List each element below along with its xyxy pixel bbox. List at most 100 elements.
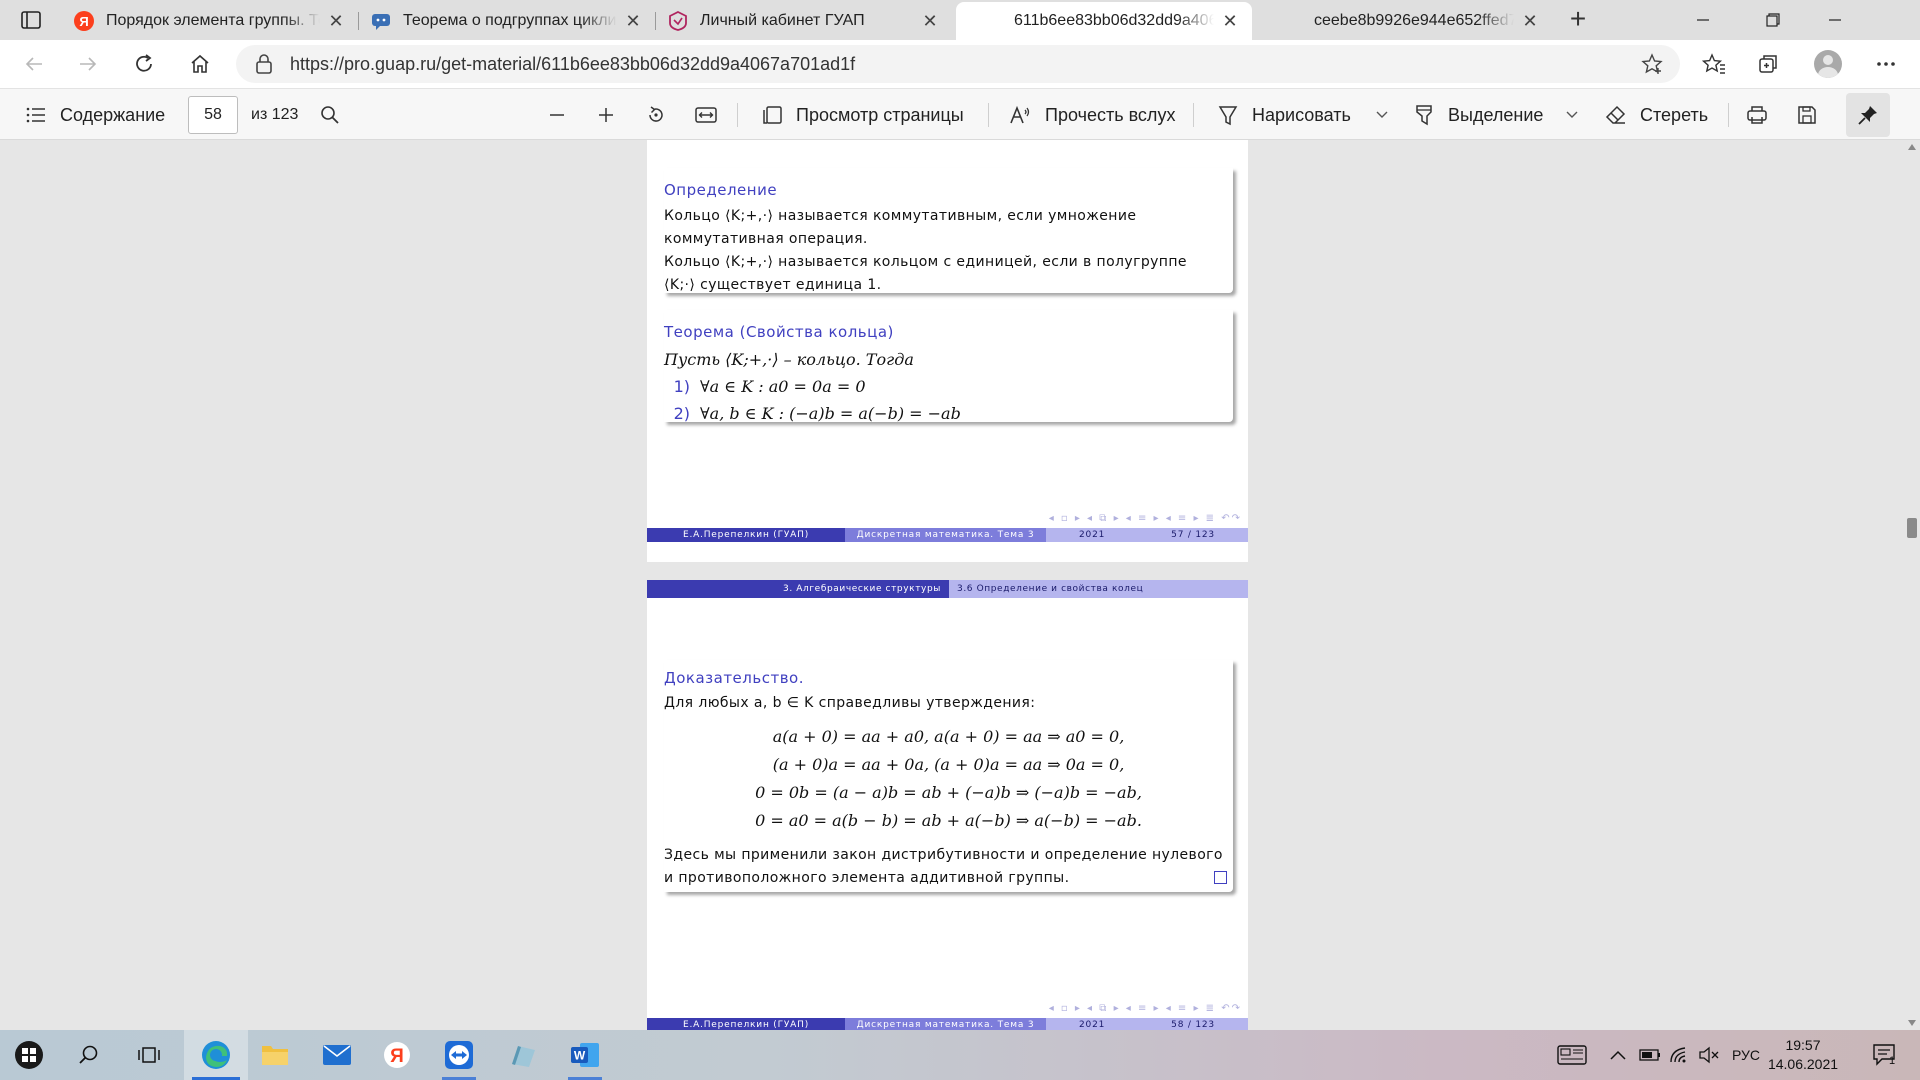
scrollbar-thumb[interactable] bbox=[1907, 518, 1917, 538]
taskbar-word[interactable]: W bbox=[556, 1030, 614, 1080]
definition-block: Определение Кольцо ⟨K;+,·⟩ называется ко… bbox=[664, 168, 1233, 293]
theorem-block: Теорема (Свойства кольца) Пусть ⟨K;+,·⟩ … bbox=[664, 310, 1233, 423]
taskbar-edge[interactable] bbox=[184, 1030, 248, 1080]
tab-2[interactable]: Теорема о подгруппах цикличе ✕ bbox=[359, 2, 655, 40]
clock[interactable]: 19:57 14.06.2021 bbox=[1760, 1036, 1846, 1074]
pdf-toolbar: Содержание 58 из 123 Просмотр страницы П… bbox=[0, 88, 1920, 140]
tab-close-icon[interactable]: ✕ bbox=[1520, 11, 1540, 32]
tray-keyboard-button[interactable] bbox=[1550, 1030, 1594, 1080]
taskbar-notes[interactable] bbox=[494, 1030, 552, 1080]
chevron-up-icon bbox=[1610, 1050, 1626, 1060]
start-button[interactable] bbox=[0, 1030, 58, 1080]
find-button[interactable] bbox=[318, 89, 354, 141]
battery-status[interactable] bbox=[1636, 1030, 1664, 1080]
settings-more-button[interactable] bbox=[1868, 46, 1904, 82]
item-number: 1) bbox=[673, 377, 690, 396]
taskbar-yandex-browser[interactable]: Я bbox=[368, 1030, 426, 1080]
action-center-button[interactable]: 1 bbox=[1862, 1030, 1908, 1080]
taskbar-mail[interactable] bbox=[308, 1030, 366, 1080]
footer-author: Е.А.Перепелкин (ГУАП) bbox=[647, 1018, 845, 1030]
definition-title: Определение bbox=[664, 181, 778, 199]
tab-close-icon[interactable]: ✕ bbox=[623, 11, 643, 32]
draw-options-dropdown[interactable] bbox=[1370, 89, 1406, 141]
taskbar-teamviewer[interactable] bbox=[430, 1030, 488, 1080]
contents-button[interactable]: Содержание bbox=[24, 89, 165, 141]
highlight-options-dropdown[interactable] bbox=[1560, 89, 1596, 141]
refresh-button[interactable] bbox=[126, 46, 162, 82]
teamviewer-icon bbox=[445, 1041, 473, 1069]
profile-avatar[interactable] bbox=[1814, 50, 1842, 78]
pin-icon bbox=[1858, 106, 1877, 125]
footer-meta: 2021 58 / 123 bbox=[1046, 1018, 1248, 1030]
minimize-button[interactable] bbox=[1804, 0, 1866, 40]
zoom-out-button[interactable] bbox=[545, 89, 581, 141]
tab-actions-icon bbox=[21, 11, 41, 29]
forward-button[interactable] bbox=[70, 46, 106, 82]
url-field[interactable]: https://pro.guap.ru/get-material/611b6ee… bbox=[236, 45, 1680, 83]
tab-close-icon[interactable]: ✕ bbox=[1220, 11, 1240, 32]
pdf-viewport[interactable]: Определение Кольцо ⟨K;+,·⟩ называется ко… bbox=[0, 140, 1920, 1030]
svg-text:Я: Я bbox=[79, 14, 88, 29]
rotate-icon bbox=[644, 103, 668, 127]
tab-strip: Я Порядок элемента группы. Тео ✕ Теорема… bbox=[0, 0, 1920, 40]
draw-button[interactable]: Нарисовать bbox=[1216, 89, 1351, 141]
taskbar-file-explorer[interactable] bbox=[246, 1030, 304, 1080]
fit-width-icon bbox=[694, 103, 718, 127]
minimize-window-button[interactable] bbox=[1672, 0, 1734, 40]
print-button[interactable] bbox=[1745, 89, 1781, 141]
scroll-up-arrow-icon[interactable] bbox=[1908, 144, 1916, 150]
definition-line: Кольцо ⟨K;+,·⟩ называется коммутативным,… bbox=[664, 208, 1137, 224]
item-text: ∀a, b ∈ K : (−a)b = a(−b) = −ab bbox=[700, 404, 961, 423]
keyboard-icon bbox=[1557, 1045, 1587, 1065]
volume-status[interactable] bbox=[1694, 1030, 1724, 1080]
show-hidden-icons-button[interactable] bbox=[1603, 1030, 1633, 1080]
add-favorite-icon[interactable] bbox=[1640, 52, 1664, 76]
definition-text: Кольцо ⟨K;+,·⟩ называется коммутативным,… bbox=[664, 205, 1233, 297]
page-view-button[interactable]: Просмотр страницы bbox=[760, 89, 964, 141]
save-button[interactable] bbox=[1795, 89, 1831, 141]
vertical-scrollbar[interactable] bbox=[1904, 140, 1920, 1030]
beamer-navigation-symbols[interactable]: ◂ ▫ ▸ ◂ ⧉ ▸ ◂ ≡ ▸ ◂ ≡ ▸ ≣ ↶↷ bbox=[1049, 1003, 1242, 1015]
rotate-button[interactable] bbox=[644, 89, 680, 141]
tab-4-active[interactable]: 611b6ee83bb06d32dd9a4067a7 ✕ bbox=[956, 2, 1252, 40]
lock-icon[interactable] bbox=[252, 52, 276, 76]
footer-year: 2021 bbox=[1079, 1020, 1106, 1030]
highlight-button[interactable]: Выделение bbox=[1412, 89, 1543, 141]
windows-taskbar: Я W РУС 19:57 14.06.2021 1 bbox=[0, 1030, 1920, 1080]
item-number: 2) bbox=[673, 404, 690, 423]
read-aloud-button[interactable]: Прочесть вслух bbox=[1009, 89, 1175, 141]
pdf-page-57: Определение Кольцо ⟨K;+,·⟩ называется ко… bbox=[647, 140, 1248, 562]
minimize-icon bbox=[1829, 19, 1841, 21]
item-text: ∀a ∈ K : a0 = 0a = 0 bbox=[700, 377, 866, 396]
tab-close-icon[interactable]: ✕ bbox=[326, 11, 346, 32]
network-status[interactable] bbox=[1664, 1030, 1694, 1080]
tab-5[interactable]: ceebe8b9926e944e652ffed7ee8 ✕ bbox=[1256, 2, 1552, 40]
draw-label: Нарисовать bbox=[1252, 104, 1351, 125]
tab-3[interactable]: Личный кабинет ГУАП ✕ bbox=[656, 2, 952, 40]
tab-close-icon[interactable]: ✕ bbox=[920, 11, 940, 32]
tab-1[interactable]: Я Порядок элемента группы. Тео ✕ bbox=[62, 2, 358, 40]
collections-button[interactable] bbox=[1750, 46, 1786, 82]
yandex-icon: Я bbox=[74, 11, 94, 31]
speaker-muted-icon bbox=[1699, 1046, 1719, 1064]
fit-width-button[interactable] bbox=[694, 89, 730, 141]
zoom-in-button[interactable] bbox=[594, 89, 630, 141]
task-view-button[interactable] bbox=[120, 1030, 178, 1080]
new-tab-button[interactable]: + bbox=[1560, 2, 1596, 38]
erase-button[interactable]: Стереть bbox=[1604, 89, 1708, 141]
beamer-navigation-symbols[interactable]: ◂ ▫ ▸ ◂ ⧉ ▸ ◂ ≡ ▸ ◂ ≡ ▸ ≣ ↶↷ bbox=[1049, 513, 1242, 525]
tab-actions-button[interactable] bbox=[14, 8, 48, 32]
header-section: 3. Алгебраические структуры bbox=[647, 580, 949, 598]
pin-toolbar-button[interactable] bbox=[1846, 93, 1890, 137]
page-number-input[interactable]: 58 bbox=[188, 96, 238, 134]
clock-time: 19:57 bbox=[1785, 1037, 1821, 1053]
guap-icon bbox=[668, 11, 688, 31]
theorem-body: Пусть ⟨K;+,·⟩ – кольцо. Тогда 1) ∀a ∈ K :… bbox=[664, 346, 1233, 427]
read-aloud-label: Прочесть вслух bbox=[1045, 104, 1176, 125]
restore-button[interactable] bbox=[1742, 0, 1804, 40]
back-button[interactable] bbox=[16, 46, 52, 82]
home-button[interactable] bbox=[182, 46, 218, 82]
favorites-button[interactable] bbox=[1696, 46, 1732, 82]
scroll-down-arrow-icon[interactable] bbox=[1908, 1020, 1916, 1026]
taskbar-search-button[interactable] bbox=[60, 1030, 118, 1080]
